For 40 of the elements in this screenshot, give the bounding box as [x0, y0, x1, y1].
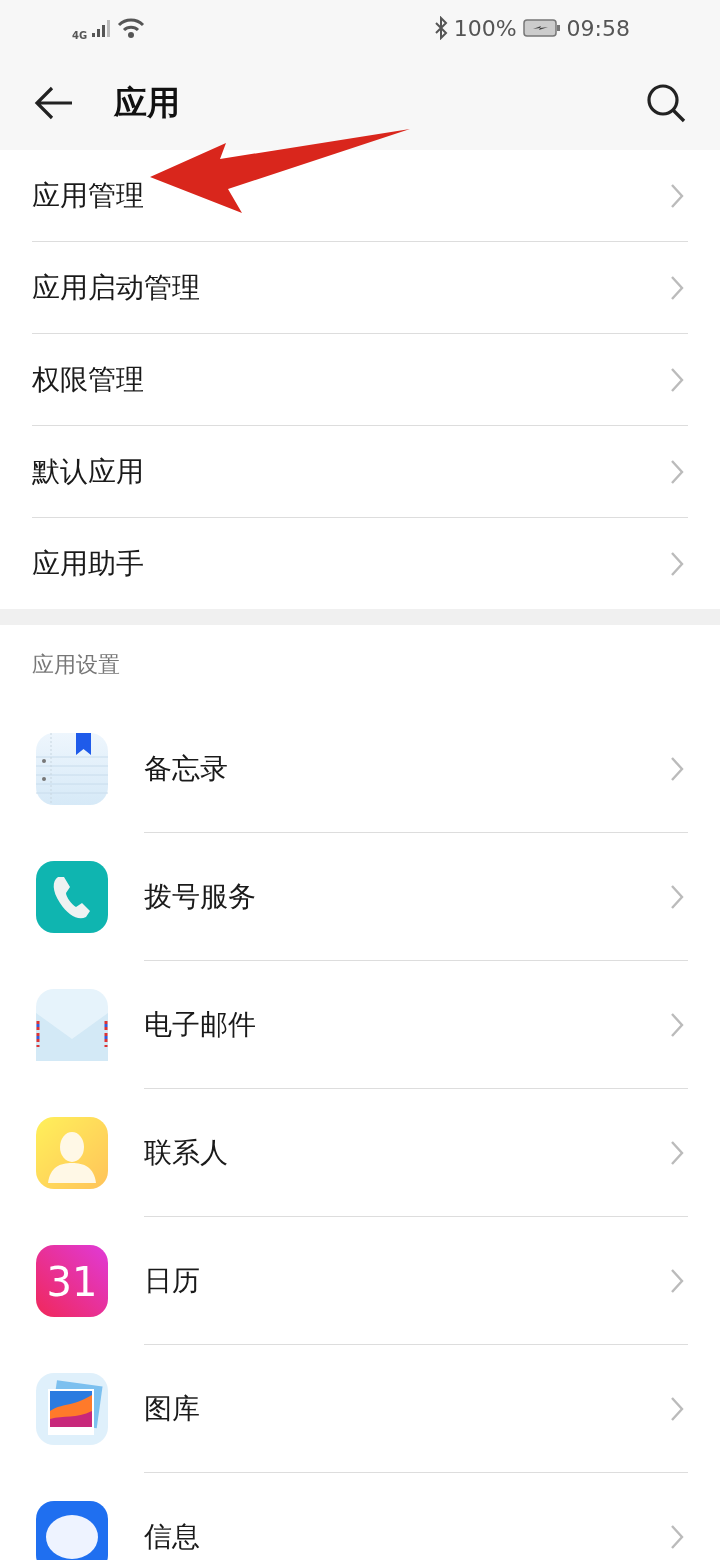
wifi-icon — [117, 17, 146, 39]
app-settings-item[interactable]: 信息 — [0, 1473, 720, 1560]
page-title: 应用 — [114, 81, 180, 124]
app-settings-item[interactable]: 联系人 — [0, 1089, 720, 1217]
message-bubble-icon — [36, 1501, 108, 1560]
calendar-icon: 31 — [36, 1245, 108, 1317]
search-icon[interactable] — [646, 83, 686, 123]
chevron-icon — [670, 755, 684, 782]
gallery-icon — [36, 1373, 108, 1445]
app-settings-item[interactable]: 拨号服务 — [0, 833, 720, 961]
chevron-icon — [670, 1139, 684, 1166]
chevron-icon — [670, 883, 684, 910]
envelope-icon — [36, 989, 108, 1061]
network-type: 4G — [72, 29, 88, 41]
chevron-icon — [670, 1395, 684, 1422]
clock: 09:58 — [566, 15, 630, 41]
app-settings-item[interactable]: 图库 — [0, 1345, 720, 1473]
section-title: 应用设置 — [32, 651, 120, 679]
chevron-icon — [670, 274, 684, 301]
phone-icon — [36, 861, 108, 933]
battery-charging-icon — [522, 18, 561, 38]
chevron-icon — [670, 1011, 684, 1038]
chevron-icon — [670, 366, 684, 393]
person-icon — [36, 1117, 108, 1189]
notepad-icon — [36, 733, 108, 805]
chevron-icon — [670, 182, 684, 209]
app-settings-item[interactable]: 备忘录 — [0, 705, 720, 833]
menu-item[interactable]: 应用助手 — [32, 518, 688, 609]
chevron-icon — [670, 458, 684, 485]
menu-item[interactable]: 应用启动管理 — [32, 242, 688, 334]
battery-percent: 100% — [453, 15, 517, 41]
back-arrow-icon[interactable] — [34, 85, 74, 121]
menu-item[interactable]: 权限管理 — [32, 334, 688, 426]
chevron-icon — [670, 1523, 684, 1550]
chevron-icon — [670, 550, 684, 577]
app-settings-item[interactable]: 电子邮件 — [0, 961, 720, 1089]
menu-item[interactable]: 默认应用 — [32, 426, 688, 518]
chevron-icon — [670, 1267, 684, 1294]
app-settings-item[interactable]: 31 日历 — [0, 1217, 720, 1345]
bluetooth-icon — [433, 16, 448, 40]
